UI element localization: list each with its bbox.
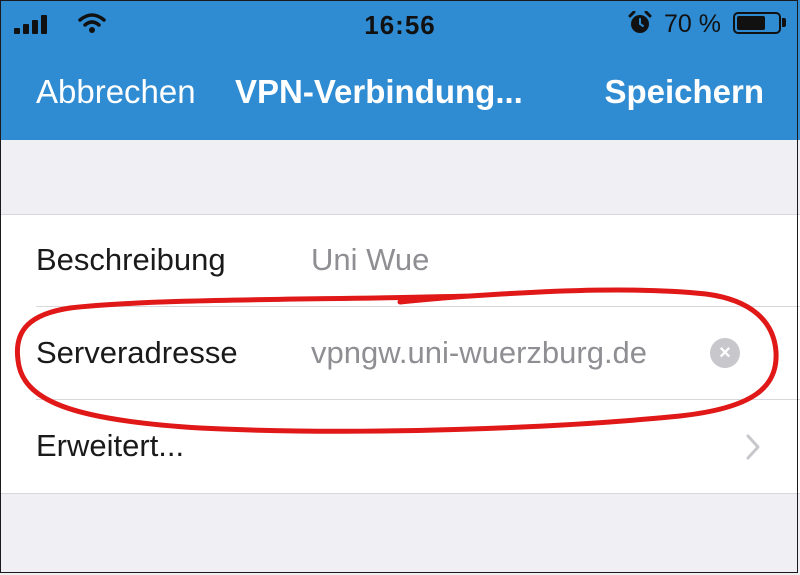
status-bar: 16:56 70 % — [0, 0, 800, 48]
vpn-settings-form: Beschreibung Uni Wue Serveradresse vpngw… — [0, 214, 800, 494]
page-title: VPN-Verbindung... — [235, 73, 523, 110]
description-row[interactable]: Beschreibung Uni Wue — [0, 215, 800, 307]
server-address-field[interactable]: vpngw.uni-wuerzburg.de — [311, 335, 647, 371]
alarm-icon — [628, 11, 652, 33]
clear-text-icon[interactable]: × — [710, 338, 740, 368]
navigation-bar: Abbrechen VPN-Verbindung... Speichern — [0, 48, 800, 140]
battery-icon — [733, 12, 781, 34]
advanced-row[interactable]: Erweitert... — [0, 400, 800, 492]
advanced-label: Erweitert... — [36, 428, 185, 463]
server-address-label: Serveradresse — [36, 335, 238, 370]
battery-level — [737, 16, 765, 30]
description-label: Beschreibung — [36, 242, 226, 277]
chevron-right-icon — [746, 434, 760, 460]
battery-nub — [782, 18, 786, 27]
description-field[interactable]: Uni Wue — [311, 242, 429, 278]
battery-percent: 70 % — [664, 10, 721, 38]
server-address-row[interactable]: Serveradresse vpngw.uni-wuerzburg.de × — [0, 307, 800, 399]
cancel-button[interactable]: Abbrechen — [36, 73, 196, 111]
save-button[interactable]: Speichern — [604, 73, 764, 111]
